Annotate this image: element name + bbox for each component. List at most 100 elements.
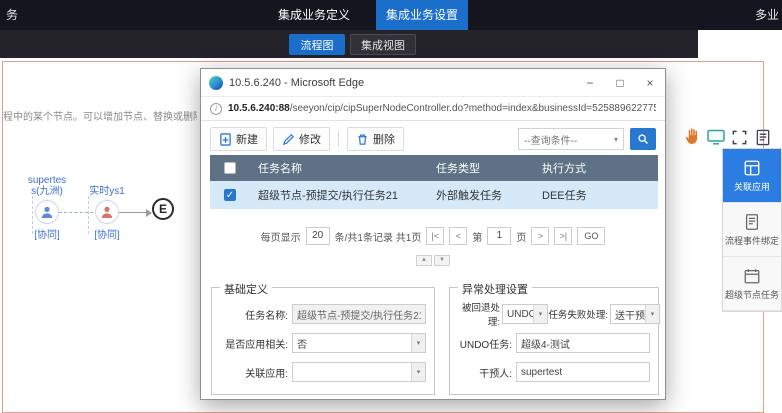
first-page-button[interactable]: |< — [426, 227, 444, 245]
search-icon — [637, 133, 649, 145]
col-task-name: 任务名称 — [250, 160, 428, 176]
node-label: 实时ys1 — [80, 186, 134, 197]
maximize-button[interactable]: □ — [605, 69, 635, 97]
cell-task-type: 外部触发任务 — [428, 187, 534, 203]
per-page-label: 每页显示 — [261, 229, 301, 244]
url-path: /seeyon/cip/cipSuperNodeController.do?me… — [290, 103, 656, 114]
splitter-down-button[interactable]: ▼ — [434, 255, 450, 266]
fieldset-legend: 异常处理设置 — [458, 281, 532, 297]
new-button-label: 新建 — [236, 131, 258, 147]
page-suffix: 页 — [516, 229, 526, 244]
related-app-label: 关联应用: — [216, 365, 288, 380]
hand-pan-icon[interactable] — [684, 126, 703, 151]
delete-button[interactable]: 删除 — [347, 127, 404, 151]
prev-page-button[interactable]: < — [449, 227, 467, 245]
panel-splitter: ▲ ▼ — [201, 255, 665, 266]
fail-handling-value: 送干预人 — [611, 307, 645, 322]
app-related-value: 否 — [293, 336, 411, 351]
query-condition-value: --查询条件-- — [524, 132, 577, 147]
node-label: supertes — [16, 175, 78, 186]
col-task-type: 任务类型 — [428, 160, 534, 176]
integration-view-button[interactable]: 集成视图 — [350, 34, 416, 55]
undo-task-label: UNDO任务: — [454, 336, 512, 351]
person-icon — [95, 200, 119, 224]
select-all-checkbox[interactable] — [224, 162, 236, 174]
cell-exec-method: DEE任务 — [534, 187, 658, 203]
next-page-button[interactable]: > — [531, 227, 549, 245]
last-page-button[interactable]: >| — [554, 227, 572, 245]
tab-integration-business-settings[interactable]: 集成业务设置 — [376, 0, 468, 30]
site-info-icon[interactable]: i — [210, 103, 222, 115]
cell-task-name: 超级节点-预提交/执行任务21 — [250, 187, 428, 203]
canvas-hint-text: 程中的某个节点。可以增加节点、替换或删除当前节点、复制 — [3, 108, 197, 123]
panel-item-super-node-task[interactable]: 超级节点任务 — [723, 257, 781, 311]
form-row: 干预人: — [454, 362, 650, 382]
window-titlebar: 10.5.6.240 - Microsoft Edge − □ × — [201, 69, 665, 97]
col-exec-method: 执行方式 — [534, 160, 658, 176]
task-table: 任务名称 任务类型 执行方式 ✓ 超级节点-预提交/执行任务21 外部触发任务 … — [210, 155, 658, 209]
app-related-select[interactable]: 否 ▾ — [292, 333, 426, 353]
row-checkbox-cell: ✓ — [210, 189, 250, 201]
minimize-button[interactable]: − — [575, 69, 605, 97]
row-checkbox[interactable]: ✓ — [224, 189, 236, 201]
per-page-select[interactable]: 20 — [306, 227, 330, 245]
panel-item-process-event-binding[interactable]: 流程事件绑定 — [723, 203, 781, 257]
flowchart-button[interactable]: 流程图 — [289, 34, 345, 55]
rollback-select[interactable]: UNDO ▾ — [502, 304, 548, 324]
flow-end-node[interactable]: E — [152, 198, 174, 220]
header-checkbox-cell — [210, 162, 250, 174]
rollback-value: UNDO — [503, 309, 533, 320]
task-name-label: 任务名称: — [216, 307, 288, 322]
handler-input[interactable] — [516, 362, 650, 382]
chevron-down-icon: ▾ — [411, 363, 425, 381]
window-title: 10.5.6.240 - Microsoft Edge — [229, 77, 575, 89]
panel-item-label: 超级节点任务 — [725, 288, 779, 301]
query-condition-select[interactable]: --查询条件-- ▾ — [518, 128, 624, 150]
modify-button[interactable]: 修改 — [273, 127, 330, 151]
exception-settings-fieldset: 异常处理设置 被回退处理: UNDO ▾ 任务失败处理: 送干预人 ▾ UNDO… — [449, 287, 659, 395]
page-number-input[interactable]: 1 — [487, 227, 511, 245]
chevron-down-icon: ▾ — [645, 305, 659, 323]
monitor-view-icon[interactable] — [707, 129, 725, 150]
flow-node-realtime-ys1[interactable]: 实时ys1 [协同] — [80, 186, 134, 241]
panel-item-label: 流程事件绑定 — [725, 234, 779, 247]
form-row: 关联应用: ▾ — [216, 362, 426, 382]
list-toolbar: 新建 修改 删除 --查询条件-- ▾ — [210, 127, 656, 151]
pencil-icon — [282, 133, 295, 146]
chevron-down-icon: ▾ — [411, 334, 425, 352]
basic-definition-fieldset: 基础定义 任务名称: 是否应用相关: 否 ▾ 关联应用: ▾ — [211, 287, 435, 395]
task-name-input[interactable] — [292, 304, 426, 324]
table-row[interactable]: ✓ 超级节点-预提交/执行任务21 外部触发任务 DEE任务 — [210, 181, 658, 209]
flow-node-supertest[interactable]: supertes s(九洲) [协同] — [16, 175, 78, 241]
person-icon — [35, 200, 59, 224]
address-bar: i 10.5.6.240:88/seeyon/cip/cipSuperNodeC… — [201, 97, 665, 121]
edge-popup-window: 10.5.6.240 - Microsoft Edge − □ × i 10.5… — [200, 68, 666, 400]
chevron-down-icon: ▾ — [533, 305, 547, 323]
panel-item-related-app[interactable]: 关联应用 — [723, 149, 781, 203]
rollback-label: 被回退处理: — [452, 300, 500, 328]
url-host: 10.5.6.240:88 — [228, 103, 290, 114]
handler-label: 干预人: — [454, 365, 512, 380]
new-doc-icon — [219, 133, 232, 146]
search-button[interactable] — [630, 128, 656, 150]
fail-handling-label: 任务失败处理: — [548, 307, 608, 321]
new-button[interactable]: 新建 — [210, 127, 267, 151]
table-header-row: 任务名称 任务类型 执行方式 — [210, 155, 658, 181]
edge-browser-icon — [209, 76, 223, 90]
fail-handling-select[interactable]: 送干预人 ▾ — [610, 304, 660, 324]
node-tag: [协同] — [80, 226, 134, 241]
close-button[interactable]: × — [635, 69, 665, 97]
trash-icon — [356, 133, 369, 146]
records-summary: 条/共1条记录 共1页 — [335, 229, 422, 244]
top-nav-left-fragment: 务 — [6, 0, 18, 30]
splitter-up-button[interactable]: ▲ — [416, 255, 432, 266]
panel-item-label: 关联应用 — [734, 180, 770, 193]
undo-task-input[interactable] — [516, 333, 650, 353]
related-app-select[interactable]: ▾ — [292, 362, 426, 382]
tab-integration-business-define[interactable]: 集成业务定义 — [252, 0, 376, 30]
go-button[interactable]: GO — [577, 227, 605, 245]
page-prefix: 第 — [472, 229, 482, 244]
delete-button-label: 删除 — [373, 131, 395, 147]
form-row: 任务名称: — [216, 304, 426, 324]
pagination-bar: 每页显示 20 条/共1条记录 共1页 |< < 第 1 页 > >| GO — [201, 227, 665, 245]
